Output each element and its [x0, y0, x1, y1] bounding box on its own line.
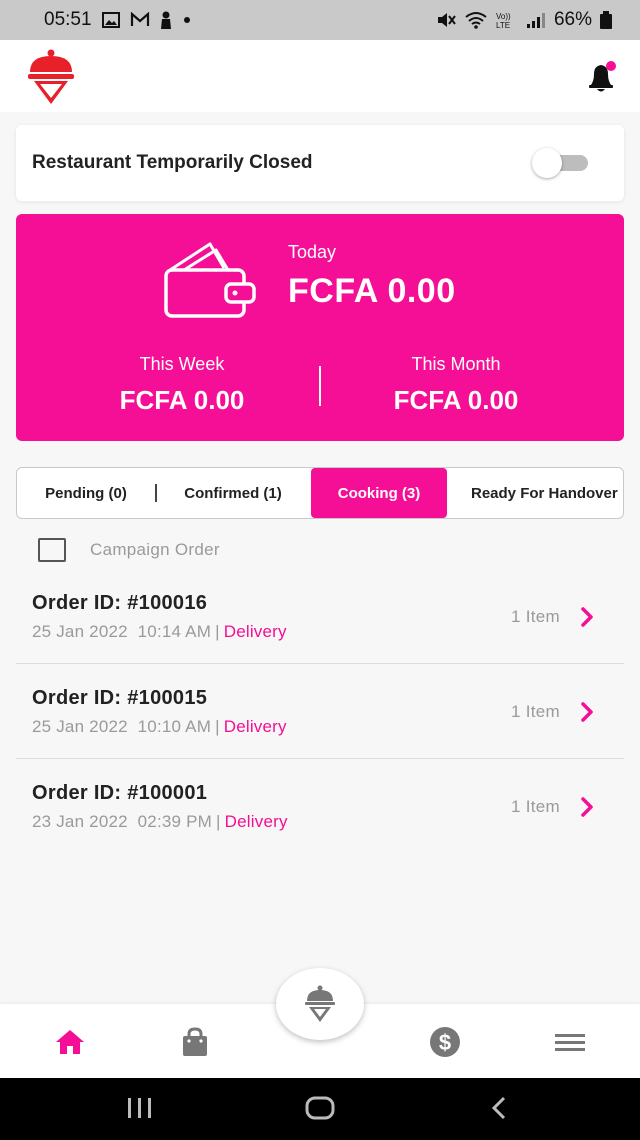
notification-dot [606, 61, 616, 71]
order-date: 25 Jan 2022 [32, 717, 128, 736]
order-type: Delivery [223, 622, 287, 641]
restaurant-status-card: Restaurant Temporarily Closed [16, 125, 624, 201]
back-icon[interactable] [488, 1096, 510, 1120]
earnings-card: Today FCFA 0.00 This Week FCFA 0.00 This… [16, 214, 624, 441]
restaurant-closed-label: Restaurant Temporarily Closed [32, 152, 313, 173]
campaign-order-checkbox[interactable] [38, 538, 66, 562]
earnings-divider [319, 366, 321, 406]
order-id: Order ID: #100016 [32, 592, 208, 614]
chevron-right-icon[interactable] [580, 797, 594, 817]
order-meta: 23 Jan 2022 02:39 PM | Delivery [32, 812, 288, 832]
home-icon[interactable] [53, 1026, 87, 1058]
person-icon [160, 11, 171, 29]
dot-icon [183, 17, 190, 23]
order-status-tabs: Pending (0) Confirmed (1) Cooking (3) Re… [16, 467, 624, 519]
order-type: Delivery [223, 717, 287, 736]
chevron-right-icon[interactable] [580, 702, 594, 722]
recents-icon[interactable] [126, 1096, 154, 1120]
order-meta-separator: | [215, 622, 220, 641]
wallet-icon [164, 242, 256, 318]
menu-icon[interactable] [553, 1026, 587, 1058]
system-navigation-bar [0, 1078, 640, 1140]
tab-ready-for-handover[interactable]: Ready For Handover [447, 468, 623, 518]
home-circle-icon[interactable] [305, 1096, 335, 1120]
tab-cooking[interactable]: Cooking (3) [311, 468, 447, 518]
order-meta: 25 Jan 2022 10:14 AM | Delivery [32, 622, 287, 642]
order-id: Order ID: #100015 [32, 687, 208, 709]
campaign-order-filter[interactable]: Campaign Order [38, 537, 220, 563]
today-earnings-value: FCFA 0.00 [288, 272, 456, 310]
status-bar: 05:51 Vo)) LTE 66% [0, 0, 640, 40]
svg-text:Vo)): Vo)) [496, 12, 511, 21]
this-month-value: FCFA 0.00 [393, 385, 519, 415]
volte-icon: Vo))LTE [496, 12, 511, 29]
order-time: 10:14 AM [137, 622, 212, 641]
order-item-count: 1 Item [510, 797, 560, 816]
bell-icon[interactable] [586, 60, 618, 94]
order-time: 10:10 AM [137, 717, 212, 736]
order-date: 25 Jan 2022 [32, 622, 128, 641]
dollar-coin-icon[interactable]: $ [428, 1026, 462, 1058]
order-date: 23 Jan 2022 [32, 812, 128, 831]
order-item-count: 1 Item [510, 607, 560, 626]
tab-pending[interactable]: Pending (0) [17, 468, 155, 518]
order-meta-separator: | [215, 717, 220, 736]
this-month-label: This Month [411, 354, 501, 374]
order-id: Order ID: #100001 [32, 782, 208, 804]
gmail-icon [130, 12, 149, 26]
battery-icon [600, 11, 612, 29]
svg-text:LTE: LTE [496, 21, 510, 29]
this-week-column: This Week FCFA 0.00 [62, 354, 302, 416]
chevron-right-icon[interactable] [580, 607, 594, 627]
order-row[interactable]: Order ID: #100015 25 Jan 2022 10:10 AM | D… [16, 665, 624, 759]
restaurant-cloche-icon [305, 985, 335, 1022]
order-row[interactable]: Order ID: #100016 25 Jan 2022 10:14 AM | D… [16, 570, 624, 664]
status-time: 05:51 [44, 9, 92, 30]
today-label: Today [288, 242, 337, 262]
order-row[interactable]: Order ID: #100001 23 Jan 2022 02:39 PM | D… [16, 760, 624, 854]
mute-icon [437, 13, 456, 27]
center-fab-button[interactable] [276, 968, 364, 1040]
order-meta-separator: | [216, 812, 221, 831]
campaign-order-label: Campaign Order [90, 540, 220, 559]
wifi-icon [465, 12, 487, 29]
order-time: 02:39 PM [137, 812, 213, 831]
shopping-bag-icon[interactable] [178, 1026, 212, 1058]
gallery-icon [101, 12, 120, 28]
toggle-knob [532, 148, 562, 178]
signal-icon [526, 13, 545, 28]
order-meta: 25 Jan 2022 10:10 AM | Delivery [32, 717, 287, 737]
restaurant-cloche-logo-icon [28, 49, 74, 104]
battery-percentage: 66% [553, 9, 592, 30]
order-type: Delivery [224, 812, 288, 831]
this-week-label: This Week [139, 354, 225, 374]
svg-text:$: $ [439, 1030, 451, 1055]
this-month-column: This Month FCFA 0.00 [336, 354, 576, 416]
app-header [0, 40, 640, 112]
order-item-count: 1 Item [510, 702, 560, 721]
this-week-value: FCFA 0.00 [119, 385, 245, 415]
restaurant-closed-toggle[interactable] [532, 148, 590, 178]
tab-confirmed[interactable]: Confirmed (1) [157, 468, 309, 518]
